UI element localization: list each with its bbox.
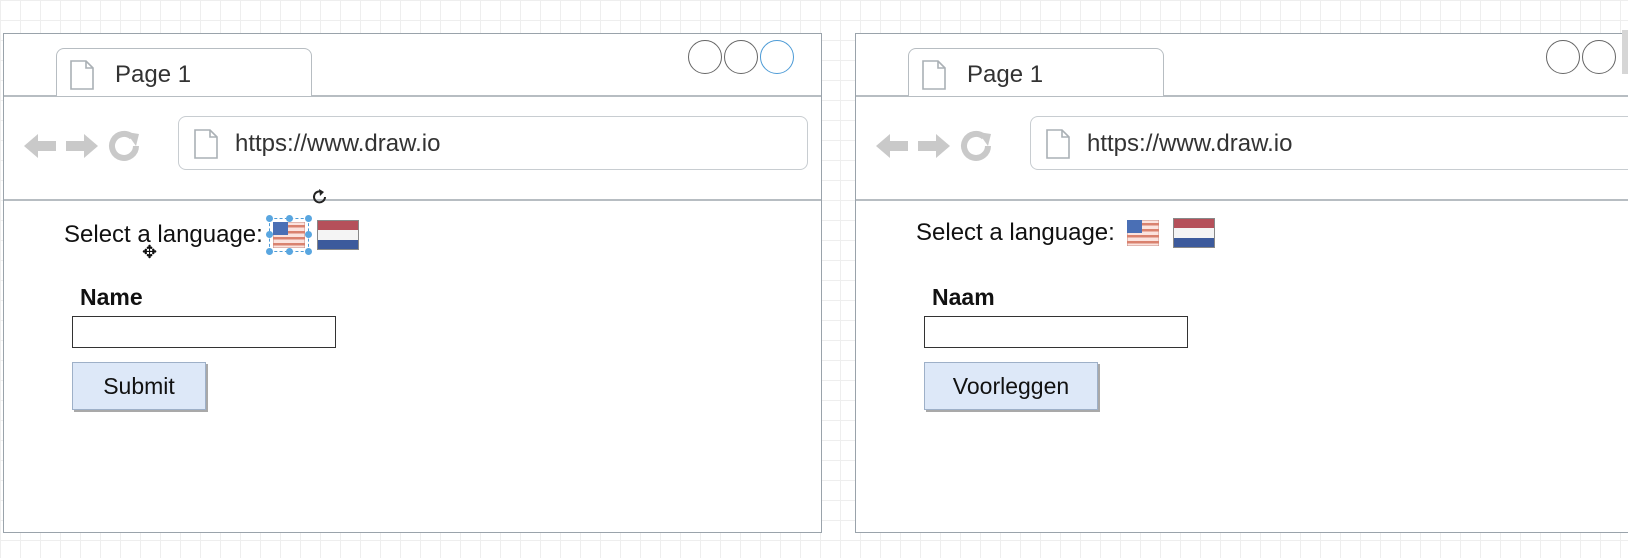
name-input[interactable] [924, 316, 1188, 348]
name-field-label: Name [80, 284, 143, 310]
nl-flag-icon[interactable] [1173, 218, 1215, 248]
page-icon [193, 129, 219, 159]
address-bar[interactable]: https://www.draw.io [1030, 116, 1628, 170]
browser-mockup-dutch[interactable]: Page 1 https://www.draw.io Select a lang… [855, 33, 1628, 533]
page-icon [921, 60, 947, 90]
resize-handle[interactable] [304, 248, 312, 255]
window-button-circle[interactable] [1546, 40, 1580, 74]
page-icon [69, 60, 95, 90]
us-flag-icon[interactable] [1127, 220, 1159, 246]
window-button-circle[interactable] [688, 40, 722, 74]
forward-arrow-icon[interactable] [916, 131, 952, 161]
tab-label: Page 1 [967, 61, 1044, 88]
name-input[interactable] [72, 316, 336, 348]
resize-handle[interactable] [285, 248, 293, 255]
forward-arrow-icon[interactable] [64, 131, 100, 161]
browser-mockup-english[interactable]: Page 1 https://www.draw.io Select a lang… [3, 33, 822, 533]
resize-handle[interactable] [265, 248, 273, 255]
selected-flag[interactable] [265, 215, 312, 255]
move-cursor-icon: ✥ [142, 242, 158, 262]
resize-handle[interactable] [265, 231, 273, 238]
address-bar[interactable]: https://www.draw.io [178, 116, 808, 170]
page-icon [1045, 129, 1071, 159]
window-button-circle[interactable] [760, 40, 794, 74]
language-label: Select a language: [64, 221, 263, 248]
window-controls [1546, 40, 1616, 74]
resize-handle[interactable] [285, 215, 293, 222]
resize-handle[interactable] [304, 215, 312, 222]
diagram-canvas[interactable]: Page 1 https://www.draw.io Select a lang… [0, 0, 1628, 558]
reload-icon[interactable] [958, 128, 994, 164]
language-label: Select a language: [916, 219, 1115, 246]
nav-buttons [874, 128, 994, 164]
resize-handle[interactable] [265, 215, 273, 222]
window-button-circle[interactable] [724, 40, 758, 74]
nl-flag-icon[interactable] [317, 220, 359, 250]
language-selector: Select a language: [64, 215, 359, 255]
browser-tab[interactable]: Page 1 [56, 48, 312, 96]
browser-tab[interactable]: Page 1 [908, 48, 1164, 96]
address-url: https://www.draw.io [1087, 130, 1293, 157]
scrollbar[interactable] [1622, 30, 1628, 74]
language-selector: Select a language: [916, 218, 1215, 248]
nav-buttons [22, 128, 142, 164]
toolbar-divider [856, 199, 1628, 201]
back-arrow-icon[interactable] [874, 131, 910, 161]
window-controls [688, 40, 794, 74]
submit-button[interactable]: Submit [72, 362, 206, 410]
window-button-circle[interactable] [1582, 40, 1616, 74]
submit-button[interactable]: Voorleggen [924, 362, 1098, 410]
name-field-label: Naam [932, 284, 995, 310]
reload-icon[interactable] [106, 128, 142, 164]
selection-outline [268, 218, 309, 252]
address-url: https://www.draw.io [235, 130, 441, 157]
toolbar-divider [4, 199, 821, 201]
tab-label: Page 1 [115, 61, 192, 88]
rotate-handle-icon[interactable] [311, 188, 329, 206]
resize-handle[interactable] [304, 231, 312, 238]
back-arrow-icon[interactable] [22, 131, 58, 161]
